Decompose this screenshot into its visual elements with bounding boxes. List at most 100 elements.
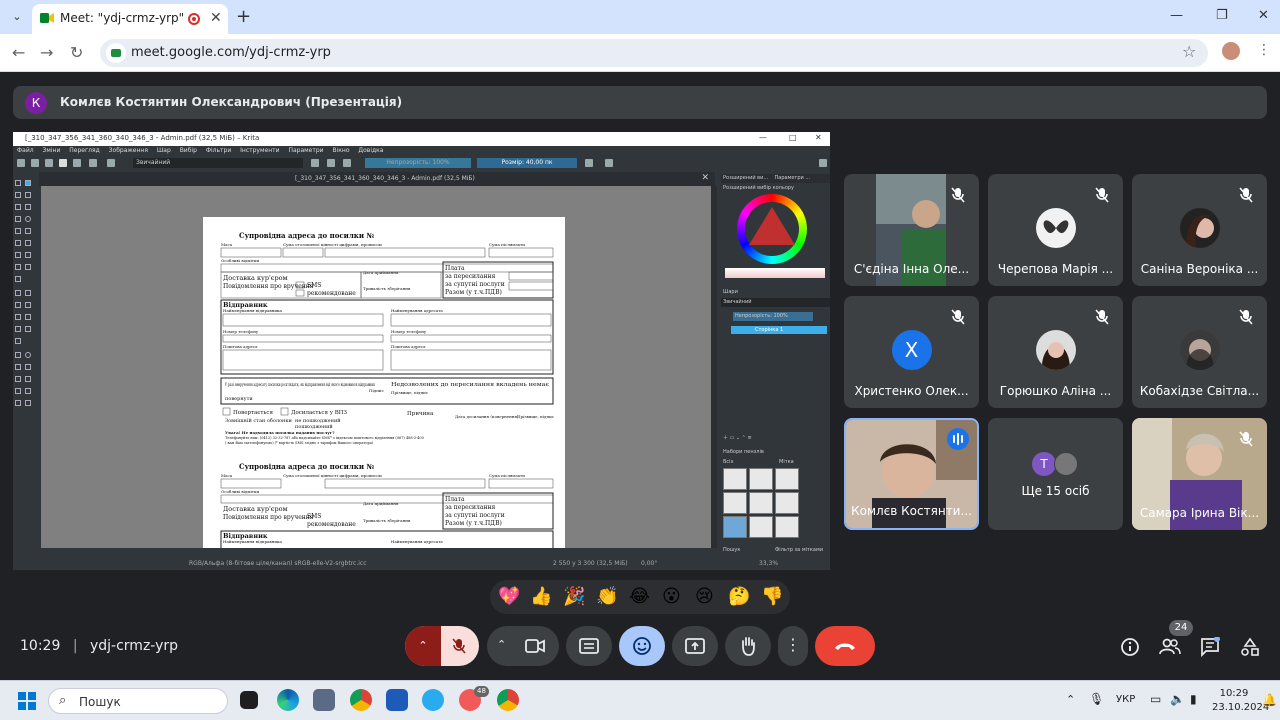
layer-actions: ＋ ▭ ⌄ ⌃ ≡ [723, 435, 752, 441]
meeting-details-icon[interactable] [1120, 637, 1140, 657]
krita-toolbox [13, 178, 37, 538]
mic-off-icon [951, 187, 965, 203]
task-view-icon[interactable] [240, 691, 258, 709]
tool-line-icon [25, 204, 31, 210]
reaction-sad-button[interactable]: 😢 [695, 587, 714, 607]
reaction-thinking-button[interactable]: 🤔 [728, 587, 750, 607]
close-tab-icon[interactable]: ✕ [210, 10, 222, 26]
form-note3: ( вам Вам зателефонуємо) (* вартість SMS… [225, 441, 374, 445]
chrome-active-icon[interactable] [497, 689, 519, 711]
reaction-thumbs-up-button[interactable]: 👍 [530, 587, 552, 607]
form-outer-label: Зовнішній стан оболонки [225, 417, 293, 424]
participant-tile[interactable]: Х Христенко Олек... [844, 296, 979, 408]
form2-sms-label: SMS [307, 513, 321, 520]
bookmark-star-icon[interactable]: ☆ [1182, 42, 1196, 61]
screen: ⌄ Meet: "ydj-crmz-yrp" ✕ + — ❐ ✕ ← → ↻ m… [0, 0, 1280, 720]
raise-hand-button[interactable] [725, 626, 771, 666]
form-signer-label: Прізвище, підпис [517, 414, 555, 419]
participant-tile[interactable]: Саніна Вероніка ... [1132, 174, 1267, 286]
maximize-icon[interactable]: ❐ [1216, 8, 1228, 23]
battery-icon[interactable]: ▮ [1190, 692, 1197, 706]
volume-icon[interactable]: 🔈 [1170, 692, 1185, 706]
form2-total-label: Разом (у т.ч.ПДВ) [445, 520, 502, 527]
close-window-icon[interactable]: ✕ [1258, 8, 1269, 23]
participant-tile[interactable]: С'єдіна Інна Оле... [844, 174, 979, 286]
activities-icon[interactable] [1240, 637, 1260, 657]
keyboard-language[interactable]: УКР [1116, 694, 1135, 705]
tool-ellipse-icon [25, 216, 31, 222]
reaction-laugh-button[interactable]: 😂 [629, 587, 650, 607]
participant-name: Кобахідзе Світла... [1139, 384, 1260, 398]
browser-tab-meet[interactable]: Meet: "ydj-crmz-yrp" ✕ [32, 4, 228, 34]
alpha-lock-icon [327, 159, 335, 167]
tab-search-icon[interactable]: ⌄ [8, 8, 26, 26]
pattern-icon [73, 159, 81, 167]
reload-icon[interactable]: ↻ [70, 43, 83, 62]
windows-start-icon[interactable] [17, 691, 37, 711]
people-icon[interactable] [1159, 638, 1181, 656]
site-info-icon[interactable] [106, 43, 126, 63]
minimize-icon[interactable]: — [1170, 8, 1183, 23]
form-sender-phone-label: Номер телефону [223, 329, 259, 334]
taskbar-clock[interactable]: 10:29 23.10.2024 [1212, 687, 1270, 715]
reaction-party-button[interactable]: 🎉 [563, 587, 585, 607]
calculator-icon[interactable] [313, 689, 335, 711]
notifications-icon[interactable]: 🔔 [1262, 693, 1277, 707]
reaction-heart-button[interactable]: 💖 [498, 587, 520, 607]
chrome-icon[interactable] [350, 689, 372, 711]
form-sender-name-label: Найменування відправника [223, 308, 282, 313]
back-icon[interactable]: ← [12, 43, 25, 62]
taskbar-search[interactable]: ⌕ Пошук [48, 688, 228, 714]
participant-tile[interactable]: Самара Ірина Вік... [1132, 418, 1267, 530]
krita-document-tab: [_310_347_356_341_360_340_346_3 - Admin.… [39, 172, 715, 186]
tool-fill-icon [15, 314, 21, 320]
tool-enclose-icon [25, 314, 31, 320]
participant-tile[interactable]: Кобахідзе Світла... [1132, 296, 1267, 408]
forward-icon[interactable]: → [40, 43, 53, 62]
taskbar-date: 23.10.2024 [1212, 702, 1270, 713]
browser-menu-icon[interactable]: ⋮ [1257, 42, 1271, 58]
leave-call-button[interactable] [815, 626, 875, 666]
present-button[interactable] [672, 626, 718, 666]
color-wheel [737, 194, 807, 264]
participant-tile-speaking[interactable]: Комлєв Костянти... [844, 418, 979, 530]
telegram-icon[interactable] [422, 689, 444, 711]
tray-mic-icon[interactable]: 🎙 [1089, 692, 1104, 706]
reactions-button[interactable] [619, 626, 665, 666]
speaking-indicator-icon [947, 428, 969, 450]
url-input[interactable]: meet.google.com/ydj-crmz-yrp ☆ [100, 39, 1208, 67]
mic-toggle-button[interactable]: ⌃ [405, 626, 479, 666]
reaction-surprised-button[interactable]: 😮 [662, 587, 681, 607]
tool-rect-select-icon [15, 352, 21, 358]
profile-avatar[interactable] [1222, 42, 1240, 60]
more-options-button[interactable]: ⋮ [778, 626, 808, 666]
docker-tabs: Розширений ви... Параметри ... [721, 174, 830, 183]
chat-icon[interactable] [1200, 637, 1220, 657]
new-tab-icon[interactable]: + [236, 6, 251, 27]
mic-options-chevron-icon[interactable]: ⌃ [405, 626, 441, 666]
hand-icon [742, 637, 755, 656]
tool-edit-shapes-icon [15, 192, 21, 198]
more-participants-tile[interactable]: Т Ще 15 осіб [988, 418, 1123, 530]
form-total-label: Разом (у т.ч.ПДВ) [445, 289, 502, 296]
tab-title: Meet: "ydj-crmz-yrp" [60, 11, 185, 25]
url-text: meet.google.com/ydj-crmz-yrp [131, 45, 331, 60]
reaction-clap-button[interactable]: 👏 [596, 587, 618, 607]
reaction-thumbs-down-button[interactable]: 👎 [761, 587, 783, 607]
form-reason-label: Причина [407, 411, 434, 417]
captions-button[interactable] [566, 626, 612, 666]
form-recipient-phone-label: Номер телефону [391, 329, 427, 334]
participant-tile[interactable]: Горюшко Аліна ... [988, 296, 1123, 408]
camera-toggle-button[interactable]: ⌃ [487, 626, 559, 666]
participant-tile[interactable]: Черепова Марія ... [988, 174, 1123, 286]
edge-icon[interactable] [277, 689, 299, 711]
tray-chevron-icon[interactable]: ⌃ [1066, 693, 1075, 706]
form-title: Супровідна адреса до посилки № [239, 231, 374, 240]
tool-magnetic-select-icon [25, 388, 31, 394]
app-icon[interactable] [386, 689, 408, 711]
status-angle: 0,00° [641, 560, 658, 567]
tool-pan-icon [25, 400, 31, 406]
camera-options-chevron-icon[interactable]: ⌃ [497, 638, 506, 651]
mic-off-icon [1095, 187, 1109, 203]
network-icon[interactable]: ▭ [1150, 692, 1161, 706]
